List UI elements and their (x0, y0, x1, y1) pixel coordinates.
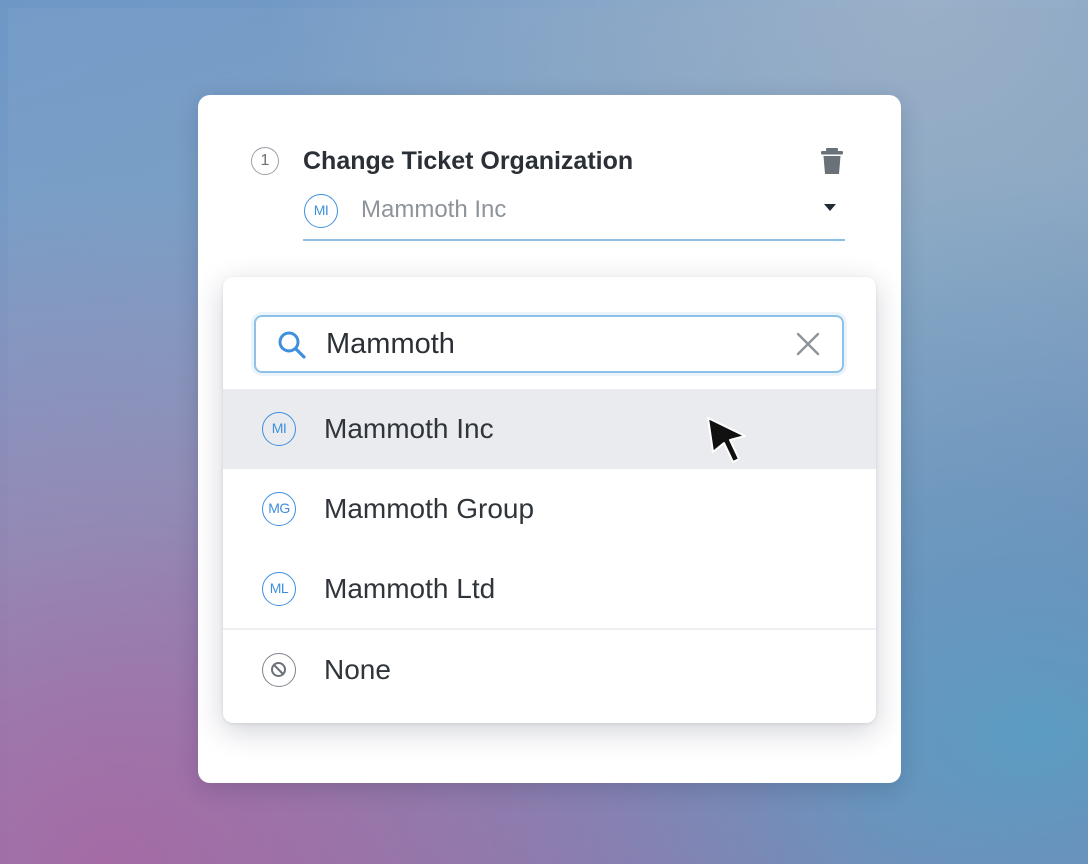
step-number-badge: 1 (251, 147, 279, 175)
org-badge-icon: MI (304, 194, 338, 228)
mouse-cursor-icon (707, 417, 746, 463)
org-badge-icon: MI (262, 412, 296, 446)
no-entry-icon (262, 653, 296, 687)
organization-dropdown: MI Mammoth Inc MG Mammoth Group ML Mammo… (223, 277, 876, 723)
option-mammoth-ltd[interactable]: ML Mammoth Ltd (223, 549, 876, 629)
org-badge-icon: ML (262, 572, 296, 606)
trash-icon[interactable] (820, 148, 844, 174)
search-icon (278, 331, 306, 359)
search-input[interactable] (326, 325, 766, 363)
step-title: Change Ticket Organization (303, 147, 634, 175)
organization-select[interactable]: MI Mammoth Inc (303, 191, 845, 241)
search-field[interactable] (254, 315, 844, 373)
option-mammoth-inc[interactable]: MI Mammoth Inc (223, 389, 876, 469)
option-label: Mammoth Group (324, 493, 535, 524)
org-badge-icon: MG (262, 492, 296, 526)
close-icon[interactable] (795, 331, 821, 357)
option-label: Mammoth Inc (324, 413, 494, 444)
selected-organization: Mammoth Inc (361, 196, 507, 223)
option-label: Mammoth Ltd (324, 573, 496, 604)
caret-down-icon[interactable] (824, 204, 836, 211)
option-label: None (324, 654, 391, 685)
option-none[interactable]: None (223, 630, 876, 710)
option-mammoth-group[interactable]: MG Mammoth Group (223, 469, 876, 549)
